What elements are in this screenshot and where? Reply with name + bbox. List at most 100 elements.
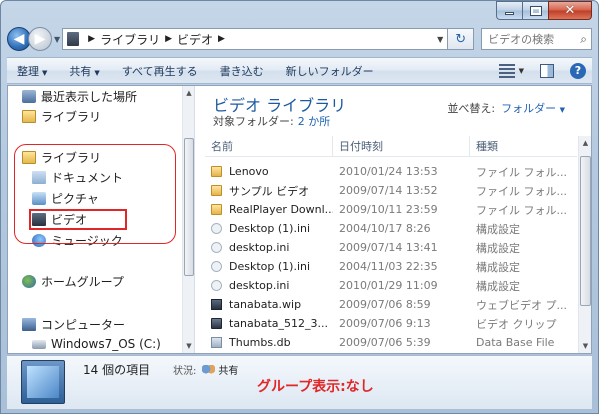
file-name: desktop.ini (229, 241, 290, 254)
file-name-cell: RealPlayer Downl... (205, 203, 333, 216)
breadcrumb-separator-icon[interactable]: ▶ (88, 34, 95, 44)
file-type: 構成設定 (476, 222, 520, 236)
sidebar-item-drive-c[interactable]: Windows7_OS (C:) (32, 335, 161, 353)
command-bar: 整理 ▼ 共有 ▼ すべて再生する 書き込む 新しいフォルダー ▼ ? (7, 57, 592, 84)
forward-button[interactable]: ▶ (28, 27, 52, 51)
address-dropdown-icon[interactable]: ▼ (433, 35, 447, 44)
chevron-down-icon: ▼ (42, 68, 48, 77)
file-name-cell: Desktop (1).ini (205, 222, 333, 235)
sidebar-item-label: ライブラリ (41, 109, 102, 124)
view-controls: ▼ ? (498, 62, 592, 79)
sidebar-item-libraries-favorite[interactable]: ライブラリ (22, 107, 101, 125)
file-row[interactable]: Lenovo 2010/01/24 13:53 ファイル フォル... (205, 162, 577, 181)
file-row[interactable]: desktop.ini 2010/01/29 11:09 構成設定 (205, 276, 577, 295)
column-header-type[interactable]: 種類 (470, 136, 577, 156)
share-menu[interactable]: 共有 ▼ (69, 63, 99, 79)
scrollbar-thumb[interactable] (580, 156, 591, 306)
file-type: ファイル フォル... (476, 203, 567, 217)
file-date: 2004/11/03 22:35 (339, 260, 438, 273)
file-name: desktop.ini (229, 279, 290, 292)
column-header-date[interactable]: 日付時刻 (333, 136, 470, 156)
organize-menu[interactable]: 整理 ▼ (17, 63, 47, 79)
scroll-down-icon[interactable]: ▼ (579, 339, 591, 353)
new-folder-button[interactable]: 新しいフォルダー (286, 63, 374, 79)
item-count: 14 個の項目 (83, 363, 151, 377)
computer-icon (22, 317, 36, 331)
file-name: RealPlayer Downl... (229, 203, 333, 216)
sidebar-item-computer[interactable]: コンピューター (22, 315, 125, 333)
scroll-up-icon[interactable]: ▲ (579, 136, 591, 150)
file-name-cell: tanabata.wip (205, 298, 333, 311)
refresh-button[interactable]: ↻ (448, 28, 475, 50)
close-button[interactable]: ✕ (548, 1, 592, 20)
play-all-button[interactable]: すべて再生する (122, 63, 198, 79)
file-date: 2009/10/11 23:59 (339, 203, 438, 216)
refresh-icon: ↻ (455, 31, 467, 47)
sidebar-item-label: Windows7_OS (C:) (51, 337, 161, 351)
arrange-by-dropdown[interactable]: フォルダー ▼ (501, 102, 565, 115)
sidebar-item-recent[interactable]: 最近表示した場所 (22, 87, 137, 105)
minimize-button[interactable] (496, 1, 522, 20)
arrange-value: フォルダー (501, 102, 557, 115)
close-icon: ✕ (564, 3, 576, 18)
scroll-down-icon[interactable]: ▼ (183, 339, 194, 353)
scrollbar-thumb[interactable] (184, 138, 194, 276)
breadcrumb-videos[interactable]: ビデオ (177, 31, 213, 48)
preview-pane-icon[interactable] (540, 63, 554, 78)
library-subtitle: 対象フォルダー: 2 か所 (213, 113, 330, 129)
view-options-icon[interactable] (498, 63, 515, 78)
chevron-down-icon[interactable]: ▼ (519, 67, 524, 75)
nav-vertical-scrollbar[interactable]: ▲ ▼ (182, 86, 194, 353)
arrange-label: 並べ替え: (447, 102, 496, 115)
chevron-down-icon: ▼ (559, 106, 565, 114)
breadcrumb-separator-icon[interactable]: ▶ (218, 34, 225, 44)
video-project-icon (211, 299, 222, 310)
sidebar-item-homegroup[interactable]: ホームグループ (22, 272, 124, 290)
video-library-large-icon (21, 360, 65, 404)
search-input[interactable] (488, 32, 581, 46)
column-header-name[interactable]: 名前 (205, 136, 333, 156)
scroll-up-icon[interactable]: ▲ (183, 86, 194, 100)
file-row[interactable]: Desktop (1).ini 2004/11/03 22:35 構成設定 (205, 257, 577, 276)
search-box[interactable]: ⌕ (481, 28, 592, 50)
file-type: 構成設定 (476, 241, 520, 255)
file-type: ビデオ クリップ (476, 317, 557, 331)
burn-button[interactable]: 書き込む (220, 63, 264, 79)
file-type: ファイル フォル... (476, 184, 567, 198)
highlight-box (29, 209, 127, 230)
file-row[interactable]: Desktop (1).ini 2004/10/17 8:26 構成設定 (205, 219, 577, 238)
history-dropdown-icon[interactable]: ▼ (54, 35, 60, 44)
video-clip-icon (211, 318, 222, 329)
settings-file-icon (211, 242, 222, 253)
breadcrumb-separator-icon[interactable]: ▶ (165, 34, 172, 44)
forward-arrow-icon: ▶ (34, 31, 46, 47)
recent-places-icon (22, 89, 36, 103)
file-row[interactable]: サンプル ビデオ 2009/07/14 13:52 ファイル フォル... (205, 181, 577, 200)
details-pane: 14 個の項目 状況: 共有 グループ表示:なし (7, 355, 592, 409)
file-vertical-scrollbar[interactable]: ▲ ▼ (578, 136, 591, 353)
maximize-button[interactable] (522, 1, 548, 20)
file-row[interactable]: tanabata.wip 2009/07/06 8:59 ウェブビデオ プ... (205, 295, 577, 314)
content-area: 最近表示した場所 ライブラリ ライブラリ ドキュメント ピクチャ ビデオ ミュー… (7, 85, 592, 354)
breadcrumb-libraries[interactable]: ライブラリ (100, 31, 160, 48)
file-row[interactable]: RealPlayer Downl... 2009/10/11 23:59 ファイル … (205, 200, 577, 219)
shared-users-icon (202, 364, 216, 375)
target-folders-label: 対象フォルダー: (213, 115, 294, 128)
search-icon[interactable]: ⌕ (580, 32, 587, 47)
file-name: tanabata.wip (229, 298, 302, 311)
folder-icon (211, 204, 222, 215)
address-bar[interactable]: ▶ ライブラリ ▶ ビデオ ▶ ▼ (62, 28, 449, 50)
library-icon (22, 109, 36, 123)
file-row[interactable]: desktop.ini 2009/07/14 13:41 構成設定 (205, 238, 577, 257)
file-row[interactable]: Thumbs.db 2009/07/06 5:39 Data Base File (205, 333, 577, 352)
navigation-pane: 最近表示した場所 ライブラリ ライブラリ ドキュメント ピクチャ ビデオ ミュー… (8, 86, 195, 353)
file-row[interactable]: tanabata_512_3... 2009/07/06 9:13 ビデオ クリップ (205, 314, 577, 333)
file-name: サンプル ビデオ (229, 184, 310, 198)
sidebar-item-label: コンピューター (41, 317, 126, 332)
file-type: 構成設定 (476, 260, 520, 274)
file-type: Data Base File (476, 336, 555, 349)
file-type: 構成設定 (476, 279, 520, 293)
help-icon[interactable]: ? (570, 62, 586, 79)
target-folders-link[interactable]: 2 か所 (298, 115, 331, 128)
explorer-window: ✕ ◀ ▶ ▼ ▶ ライブラリ ▶ ビデオ ▶ ▼ ↻ ⌕ 整理▼ 共有▼ すべ… (0, 0, 599, 414)
